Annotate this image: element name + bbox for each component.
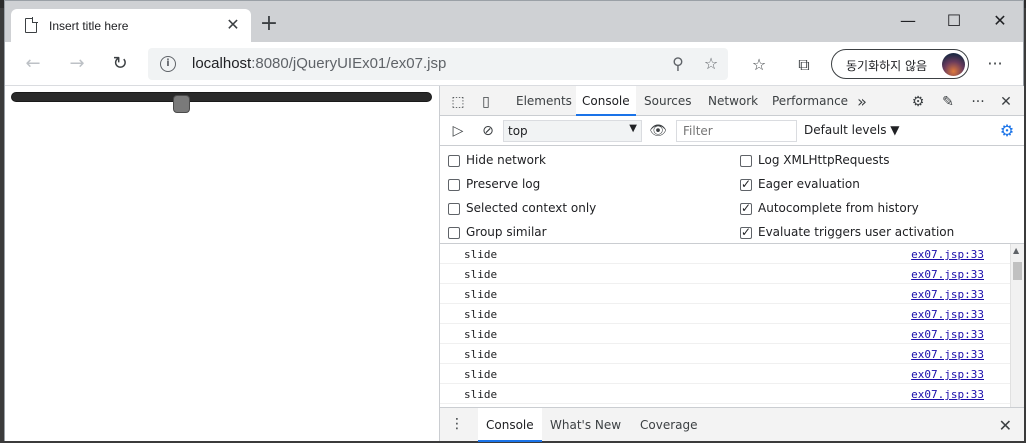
tab-network[interactable]: Network — [702, 86, 764, 116]
eye-icon[interactable]: 👁 — [648, 121, 668, 141]
checkbox-checked[interactable] — [740, 225, 752, 239]
drawer-menu-icon[interactable]: ⋮ — [450, 416, 464, 432]
context-select[interactable]: top ▼ — [503, 120, 642, 142]
collections-icon[interactable]: ⧉ — [793, 54, 815, 76]
gear-icon[interactable]: ⚙ — [908, 92, 928, 112]
clear-console-icon[interactable]: ⊘ — [478, 121, 498, 141]
sync-label: 동기화하지 않음 — [846, 59, 928, 73]
favorite-star-icon[interactable]: ☆ — [701, 54, 721, 74]
filter-input[interactable] — [676, 120, 797, 142]
drawer-tab-coverage[interactable]: Coverage — [632, 408, 706, 442]
refresh-icon[interactable]: ↻ — [106, 50, 134, 78]
tab-title: Insert title here — [49, 19, 129, 33]
console-settings-gear-icon[interactable]: ⚙ — [998, 122, 1016, 140]
checkbox[interactable] — [448, 179, 460, 191]
log-source-link[interactable]: ex07.jsp:33 — [911, 268, 984, 281]
zoom-icon[interactable]: ⚲ — [668, 54, 688, 74]
console-toolbar: ▷ ⊘ top ▼ 👁 Default levels ▼ ⚙ — [440, 116, 1024, 146]
tab-performance[interactable]: Performance — [766, 86, 854, 116]
log-row: slide ex07.jsp:33 — [440, 244, 1024, 264]
checkbox[interactable] — [448, 155, 460, 167]
log-row: slide ex07.jsp:33 — [440, 344, 1024, 364]
checkbox-checked[interactable] — [740, 201, 752, 215]
console-settings: Hide network Preserve log Selected conte… — [440, 146, 1024, 244]
log-row: slide ex07.jsp:33 — [440, 324, 1024, 344]
checkbox-checked[interactable] — [740, 177, 752, 191]
log-source-link[interactable]: ex07.jsp:33 — [911, 288, 984, 301]
profile-sync-button[interactable]: 동기화하지 않음 — [831, 49, 969, 79]
console-scrollbar[interactable]: ▲ — [1010, 244, 1024, 407]
log-source-link[interactable]: ex07.jsp:33 — [911, 328, 984, 341]
address-bar[interactable]: i localhost:8080/jQueryUIEx01/ex07.jsp ⚲… — [148, 48, 728, 80]
context-value: top — [508, 124, 528, 138]
slider-handle[interactable] — [173, 95, 190, 113]
tab-console[interactable]: Console — [576, 86, 636, 116]
maximize-button[interactable]: ☐ — [931, 7, 977, 35]
browser-tab[interactable]: Insert title here ✕ — [11, 9, 251, 42]
more-options-icon[interactable]: ··· — [968, 92, 988, 112]
device-toolbar-icon[interactable]: ▯ — [476, 92, 496, 112]
tab-strip: Insert title here ✕ + — ☐ ✕ — [5, 1, 1023, 42]
back-arrow-icon[interactable]: ← — [19, 50, 47, 78]
checkbox[interactable] — [448, 203, 460, 215]
console-log: slide ex07.jsp:33 slide ex07.jsp:33 slide e… — [440, 244, 1024, 407]
url-path: :8080/jQueryUIEx01/ex07.jsp — [251, 55, 447, 72]
log-row: slide ex07.jsp:33 — [440, 264, 1024, 284]
devtools-panel: ⬚ ▯ Elements Console Sources Network Per… — [439, 86, 1024, 442]
log-levels-dropdown[interactable]: Default levels ▼ — [804, 123, 900, 137]
page-icon — [25, 17, 38, 33]
devtools-tabbar: ⬚ ▯ Elements Console Sources Network Per… — [440, 86, 1024, 116]
log-row: slide ex07.jsp:33 — [440, 364, 1024, 384]
url-host: localhost — [192, 55, 252, 72]
log-row: slide ex07.jsp:33 — [440, 304, 1024, 324]
sidebar-toggle-icon[interactable]: ▷ — [448, 121, 468, 141]
feedback-icon[interactable]: ✎ — [938, 92, 958, 112]
inspect-element-icon[interactable]: ⬚ — [448, 92, 468, 112]
page-viewport — [5, 86, 439, 441]
log-source-link[interactable]: ex07.jsp:33 — [911, 388, 984, 401]
scroll-thumb[interactable] — [1013, 262, 1022, 280]
scroll-up-icon[interactable]: ▲ — [1013, 246, 1019, 255]
browser-window: Insert title here ✕ + — ☐ ✕ ← → ↻ i loca… — [4, 0, 1024, 442]
close-devtools-icon[interactable]: ✕ — [996, 92, 1016, 112]
checkbox[interactable] — [740, 155, 752, 167]
tab-elements[interactable]: Elements — [510, 86, 578, 116]
log-row: slide ex07.jsp:33 — [440, 384, 1024, 404]
avatar — [942, 53, 965, 76]
url-text: localhost:8080/jQueryUIEx01/ex07.jsp — [192, 55, 446, 72]
new-tab-button[interactable]: + — [257, 13, 281, 37]
slider-track[interactable] — [11, 92, 432, 113]
log-source-link[interactable]: ex07.jsp:33 — [911, 308, 984, 321]
favorites-icon[interactable]: ☆ — [748, 54, 770, 76]
settings-more-button[interactable]: ··· — [983, 52, 1007, 76]
drawer-tab-whats-new[interactable]: What's New — [542, 408, 629, 442]
log-source-link[interactable]: ex07.jsp:33 — [911, 248, 984, 261]
minimize-button[interactable]: — — [885, 7, 931, 35]
more-tabs-icon[interactable]: » — [852, 92, 872, 112]
close-window-button[interactable]: ✕ — [977, 7, 1023, 35]
devtools-drawer: ⋮ Console What's New Coverage ✕ — [440, 407, 1024, 442]
forward-arrow-icon[interactable]: → — [63, 50, 91, 78]
tab-close-icon[interactable]: ✕ — [223, 15, 243, 35]
tab-sources[interactable]: Sources — [638, 86, 697, 116]
checkbox[interactable] — [448, 227, 460, 239]
drawer-tab-console[interactable]: Console — [478, 408, 542, 442]
log-source-link[interactable]: ex07.jsp:33 — [911, 348, 984, 361]
log-source-link[interactable]: ex07.jsp:33 — [911, 368, 984, 381]
site-info-icon[interactable]: i — [160, 56, 176, 72]
log-row: slide ex07.jsp:33 — [440, 284, 1024, 304]
chevron-down-icon: ▼ — [629, 123, 637, 134]
address-toolbar: ← → ↻ i localhost:8080/jQueryUIEx01/ex07… — [5, 42, 1023, 86]
close-drawer-icon[interactable]: ✕ — [999, 416, 1012, 435]
